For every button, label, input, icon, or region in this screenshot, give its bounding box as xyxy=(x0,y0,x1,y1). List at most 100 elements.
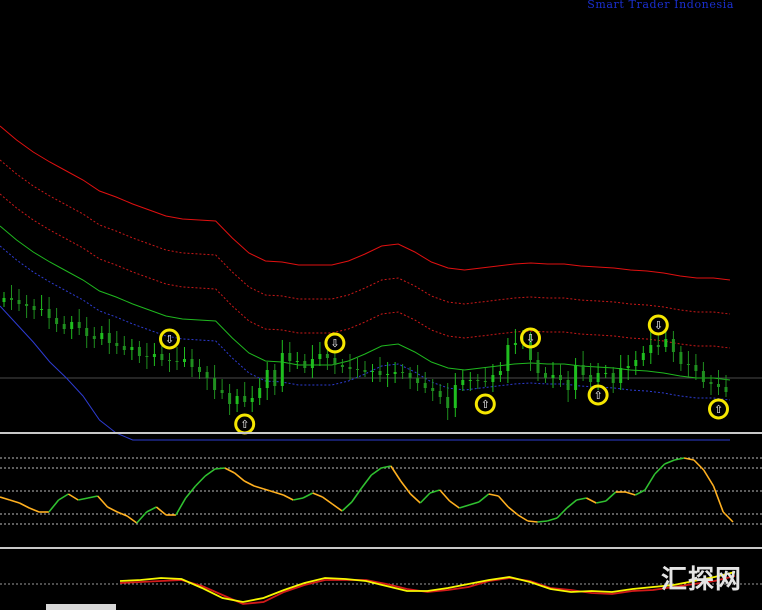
candle-body xyxy=(168,360,171,361)
candle-body xyxy=(671,339,675,352)
candle-body xyxy=(152,354,156,357)
candle-body xyxy=(363,370,367,372)
candle-body xyxy=(717,384,720,387)
candle-body xyxy=(536,360,540,373)
candle-body xyxy=(483,381,487,382)
candle-body xyxy=(17,300,21,304)
candle-body xyxy=(273,370,277,386)
candle-body xyxy=(250,398,254,402)
candle-body xyxy=(2,298,6,302)
candle-body xyxy=(303,361,307,368)
candle-body xyxy=(596,373,600,382)
candle-body xyxy=(92,336,96,339)
candle-body xyxy=(446,397,450,408)
candle-body xyxy=(589,375,593,382)
candle-body xyxy=(574,365,578,390)
candle-body xyxy=(416,378,420,383)
candle-body xyxy=(213,378,217,390)
sell-arrow-icon: ⇩ xyxy=(165,333,174,346)
candle-body xyxy=(228,393,232,404)
candle-body xyxy=(356,369,359,370)
candle-body xyxy=(686,364,690,365)
candle-body xyxy=(498,371,502,375)
candle-body xyxy=(551,375,555,378)
candle-body xyxy=(115,343,119,346)
candle-body xyxy=(559,375,562,380)
candle-body xyxy=(431,388,435,391)
candle-body xyxy=(137,347,141,356)
candle-body xyxy=(724,387,728,392)
candle-body xyxy=(611,373,615,383)
candle-body xyxy=(85,328,89,336)
candle-body xyxy=(198,367,201,372)
candle-body xyxy=(280,353,284,386)
candle-body xyxy=(634,360,638,366)
candle-body xyxy=(491,375,495,382)
candle-body xyxy=(513,343,517,345)
sell-arrow-icon: ⇩ xyxy=(526,332,535,345)
candle-body xyxy=(160,354,164,360)
candle-body xyxy=(701,371,705,382)
oscillator-segment xyxy=(527,520,538,523)
sell-arrow-icon: ⇩ xyxy=(330,337,339,350)
buy-arrow-icon: ⇧ xyxy=(240,418,249,431)
candle-body xyxy=(679,352,683,364)
candle-body xyxy=(40,309,44,310)
candle-body xyxy=(378,371,382,375)
candle-body xyxy=(566,380,570,390)
candle-body xyxy=(581,365,585,375)
candle-body xyxy=(205,372,209,378)
candle-body xyxy=(145,356,149,357)
candle-body xyxy=(183,359,186,362)
candle-body xyxy=(265,370,269,388)
chart-watermark: Smart Trader Indonesia xyxy=(587,0,734,11)
candle-body xyxy=(461,380,465,385)
candle-body xyxy=(709,382,713,384)
candle-body xyxy=(310,359,314,368)
histogram-bar xyxy=(46,604,116,610)
candle-body xyxy=(393,372,397,374)
candle-body xyxy=(122,346,126,350)
candle-body xyxy=(190,359,194,367)
sell-arrow-icon: ⇩ xyxy=(654,319,663,332)
candle-body xyxy=(100,333,104,339)
candle-body xyxy=(656,345,660,347)
candle-body xyxy=(175,361,179,362)
buy-arrow-icon: ⇧ xyxy=(593,389,602,402)
candle-body xyxy=(386,374,390,375)
candle-body xyxy=(220,390,224,393)
buy-arrow-icon: ⇧ xyxy=(481,398,490,411)
oscillator-segment xyxy=(214,467,225,470)
candle-body xyxy=(333,358,337,365)
candle-body xyxy=(438,391,442,397)
candle-body xyxy=(506,345,510,371)
candle-body xyxy=(649,345,653,353)
candle-body xyxy=(325,354,329,358)
candle-body xyxy=(318,354,322,359)
candle-body xyxy=(107,333,111,343)
candle-body xyxy=(47,309,51,318)
candle-body xyxy=(258,388,262,398)
candle-body xyxy=(604,373,608,374)
candle-body xyxy=(348,367,352,369)
candle-body xyxy=(453,385,457,408)
candle-body xyxy=(423,383,427,388)
candle-body xyxy=(235,396,239,404)
candle-body xyxy=(130,347,134,350)
candle-body xyxy=(340,365,344,367)
candle-body xyxy=(295,361,299,362)
candle-body xyxy=(694,365,698,371)
trading-chart: ⇩ ⇧ ⇩ ⇧ ⇩ ⇧ ⇩ ⇧ xyxy=(0,0,762,610)
candle-body xyxy=(70,322,74,329)
candle-body xyxy=(55,318,59,324)
candle-body xyxy=(371,371,374,372)
site-logo: 汇探网 xyxy=(660,565,742,595)
candle-body xyxy=(626,366,630,368)
candle-body xyxy=(62,324,66,329)
candle-body xyxy=(288,353,292,361)
candle-body xyxy=(77,322,81,328)
candle-body xyxy=(243,396,247,402)
candle-body xyxy=(468,380,472,381)
candle-body xyxy=(544,373,547,378)
candle-body xyxy=(476,380,480,381)
